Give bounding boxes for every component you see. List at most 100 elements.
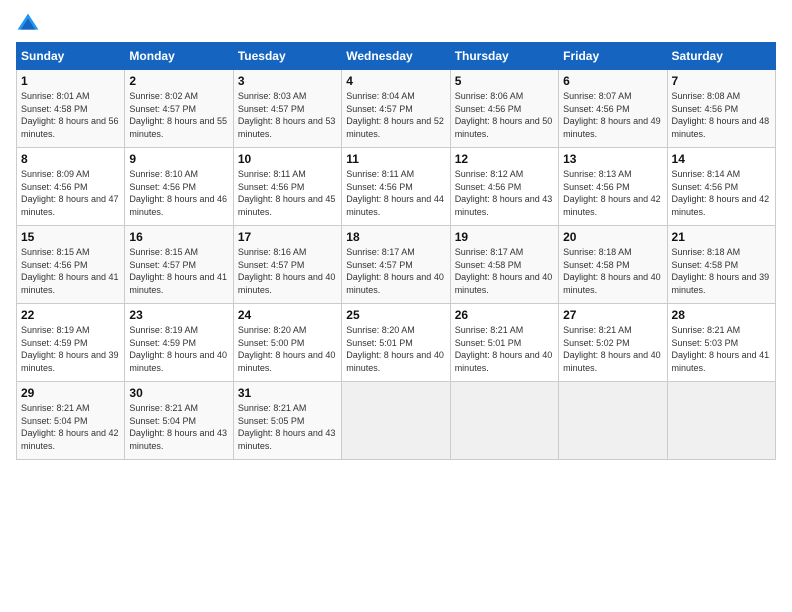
calendar-day-cell: 18Sunrise: 8:17 AMSunset: 4:57 PMDayligh… [342, 226, 450, 304]
day-detail: Sunrise: 8:18 AMSunset: 4:58 PMDaylight:… [563, 247, 661, 295]
day-of-week-header: Saturday [667, 43, 775, 70]
day-number: 25 [346, 308, 445, 322]
calendar-day-cell: 12Sunrise: 8:12 AMSunset: 4:56 PMDayligh… [450, 148, 558, 226]
logo [16, 12, 44, 36]
day-detail: Sunrise: 8:11 AMSunset: 4:56 PMDaylight:… [346, 169, 444, 217]
day-of-week-header: Friday [559, 43, 667, 70]
day-detail: Sunrise: 8:08 AMSunset: 4:56 PMDaylight:… [672, 91, 770, 139]
calendar-day-cell: 24Sunrise: 8:20 AMSunset: 5:00 PMDayligh… [233, 304, 341, 382]
calendar-day-cell: 31 Sunrise: 8:21 AMSunset: 5:05 PMDayligh… [233, 382, 341, 460]
day-number: 14 [672, 152, 771, 166]
calendar-day-cell: 27 Sunrise: 8:21 AMSunset: 5:02 PMDayligh… [559, 304, 667, 382]
day-detail: Sunrise: 8:19 AMSunset: 4:59 PMDaylight:… [21, 325, 119, 373]
day-number: 2 [129, 74, 228, 88]
calendar-day-cell: 30 Sunrise: 8:21 AMSunset: 5:04 PMDayligh… [125, 382, 233, 460]
calendar-day-cell [342, 382, 450, 460]
day-detail: Sunrise: 8:02 AMSunset: 4:57 PMDaylight:… [129, 91, 227, 139]
day-number: 21 [672, 230, 771, 244]
day-detail: Sunrise: 8:21 AMSunset: 5:04 PMDaylight:… [21, 403, 119, 451]
day-detail: Sunrise: 8:03 AMSunset: 4:57 PMDaylight:… [238, 91, 336, 139]
calendar-week-row: 29Sunrise: 8:21 AMSunset: 5:04 PMDayligh… [17, 382, 776, 460]
day-detail: Sunrise: 8:15 AMSunset: 4:56 PMDaylight:… [21, 247, 119, 295]
calendar-day-cell: 10 Sunrise: 8:11 AMSunset: 4:56 PMDayligh… [233, 148, 341, 226]
day-detail: Sunrise: 8:06 AMSunset: 4:56 PMDaylight:… [455, 91, 553, 139]
day-number: 3 [238, 74, 337, 88]
day-detail: Sunrise: 8:19 AMSunset: 4:59 PMDaylight:… [129, 325, 227, 373]
day-detail: Sunrise: 8:21 AMSunset: 5:04 PMDaylight:… [129, 403, 227, 451]
day-detail: Sunrise: 8:01 AMSunset: 4:58 PMDaylight:… [21, 91, 119, 139]
day-number: 1 [21, 74, 120, 88]
day-number: 18 [346, 230, 445, 244]
calendar-day-cell [667, 382, 775, 460]
day-detail: Sunrise: 8:14 AMSunset: 4:56 PMDaylight:… [672, 169, 770, 217]
day-detail: Sunrise: 8:21 AMSunset: 5:05 PMDaylight:… [238, 403, 336, 451]
calendar-day-cell: 8 Sunrise: 8:09 AMSunset: 4:56 PMDaylight… [17, 148, 125, 226]
calendar-body: 1 Sunrise: 8:01 AMSunset: 4:58 PMDaylight… [17, 70, 776, 460]
day-of-week-row: SundayMondayTuesdayWednesdayThursdayFrid… [17, 43, 776, 70]
day-detail: Sunrise: 8:11 AMSunset: 4:56 PMDaylight:… [238, 169, 336, 217]
day-number: 30 [129, 386, 228, 400]
day-detail: Sunrise: 8:09 AMSunset: 4:56 PMDaylight:… [21, 169, 119, 217]
calendar-day-cell [559, 382, 667, 460]
day-number: 23 [129, 308, 228, 322]
calendar-week-row: 1 Sunrise: 8:01 AMSunset: 4:58 PMDaylight… [17, 70, 776, 148]
day-of-week-header: Sunday [17, 43, 125, 70]
day-number: 4 [346, 74, 445, 88]
day-number: 27 [563, 308, 662, 322]
calendar-day-cell: 15 Sunrise: 8:15 AMSunset: 4:56 PMDayligh… [17, 226, 125, 304]
day-number: 31 [238, 386, 337, 400]
day-number: 9 [129, 152, 228, 166]
day-number: 7 [672, 74, 771, 88]
calendar-day-cell [450, 382, 558, 460]
day-detail: Sunrise: 8:10 AMSunset: 4:56 PMDaylight:… [129, 169, 227, 217]
day-detail: Sunrise: 8:04 AMSunset: 4:57 PMDaylight:… [346, 91, 444, 139]
day-detail: Sunrise: 8:20 AMSunset: 5:01 PMDaylight:… [346, 325, 444, 373]
calendar-day-cell: 7 Sunrise: 8:08 AMSunset: 4:56 PMDaylight… [667, 70, 775, 148]
header [16, 12, 776, 36]
logo-icon [16, 12, 40, 36]
calendar-day-cell: 9 Sunrise: 8:10 AMSunset: 4:56 PMDaylight… [125, 148, 233, 226]
calendar-week-row: 22 Sunrise: 8:19 AMSunset: 4:59 PMDayligh… [17, 304, 776, 382]
day-detail: Sunrise: 8:18 AMSunset: 4:58 PMDaylight:… [672, 247, 770, 295]
day-number: 10 [238, 152, 337, 166]
calendar-day-cell: 19 Sunrise: 8:17 AMSunset: 4:58 PMDayligh… [450, 226, 558, 304]
day-of-week-header: Wednesday [342, 43, 450, 70]
calendar-day-cell: 25 Sunrise: 8:20 AMSunset: 5:01 PMDayligh… [342, 304, 450, 382]
calendar-day-cell: 26 Sunrise: 8:21 AMSunset: 5:01 PMDayligh… [450, 304, 558, 382]
calendar-day-cell: 17Sunrise: 8:16 AMSunset: 4:57 PMDayligh… [233, 226, 341, 304]
day-number: 11 [346, 152, 445, 166]
calendar-week-row: 8 Sunrise: 8:09 AMSunset: 4:56 PMDaylight… [17, 148, 776, 226]
day-number: 22 [21, 308, 120, 322]
day-number: 26 [455, 308, 554, 322]
day-number: 28 [672, 308, 771, 322]
calendar-day-cell: 16 Sunrise: 8:15 AMSunset: 4:57 PMDayligh… [125, 226, 233, 304]
calendar-day-cell: 23 Sunrise: 8:19 AMSunset: 4:59 PMDayligh… [125, 304, 233, 382]
day-detail: Sunrise: 8:21 AMSunset: 5:03 PMDaylight:… [672, 325, 770, 373]
day-number: 16 [129, 230, 228, 244]
day-number: 13 [563, 152, 662, 166]
calendar-table: SundayMondayTuesdayWednesdayThursdayFrid… [16, 42, 776, 460]
calendar-day-cell: 20 Sunrise: 8:18 AMSunset: 4:58 PMDayligh… [559, 226, 667, 304]
day-of-week-header: Thursday [450, 43, 558, 70]
day-number: 12 [455, 152, 554, 166]
day-number: 8 [21, 152, 120, 166]
day-of-week-header: Tuesday [233, 43, 341, 70]
calendar-day-cell: 6Sunrise: 8:07 AMSunset: 4:56 PMDaylight… [559, 70, 667, 148]
calendar-container: SundayMondayTuesdayWednesdayThursdayFrid… [0, 0, 792, 468]
day-number: 15 [21, 230, 120, 244]
calendar-week-row: 15 Sunrise: 8:15 AMSunset: 4:56 PMDayligh… [17, 226, 776, 304]
day-number: 19 [455, 230, 554, 244]
calendar-day-cell: 1 Sunrise: 8:01 AMSunset: 4:58 PMDaylight… [17, 70, 125, 148]
day-detail: Sunrise: 8:15 AMSunset: 4:57 PMDaylight:… [129, 247, 227, 295]
day-detail: Sunrise: 8:21 AMSunset: 5:01 PMDaylight:… [455, 325, 553, 373]
calendar-day-cell: 28 Sunrise: 8:21 AMSunset: 5:03 PMDayligh… [667, 304, 775, 382]
calendar-day-cell: 4 Sunrise: 8:04 AMSunset: 4:57 PMDaylight… [342, 70, 450, 148]
day-number: 17 [238, 230, 337, 244]
calendar-day-cell: 2 Sunrise: 8:02 AMSunset: 4:57 PMDaylight… [125, 70, 233, 148]
calendar-day-cell: 22 Sunrise: 8:19 AMSunset: 4:59 PMDayligh… [17, 304, 125, 382]
calendar-day-cell: 14 Sunrise: 8:14 AMSunset: 4:56 PMDayligh… [667, 148, 775, 226]
day-number: 20 [563, 230, 662, 244]
day-detail: Sunrise: 8:17 AMSunset: 4:58 PMDaylight:… [455, 247, 553, 295]
calendar-day-cell: 21 Sunrise: 8:18 AMSunset: 4:58 PMDayligh… [667, 226, 775, 304]
day-detail: Sunrise: 8:21 AMSunset: 5:02 PMDaylight:… [563, 325, 661, 373]
